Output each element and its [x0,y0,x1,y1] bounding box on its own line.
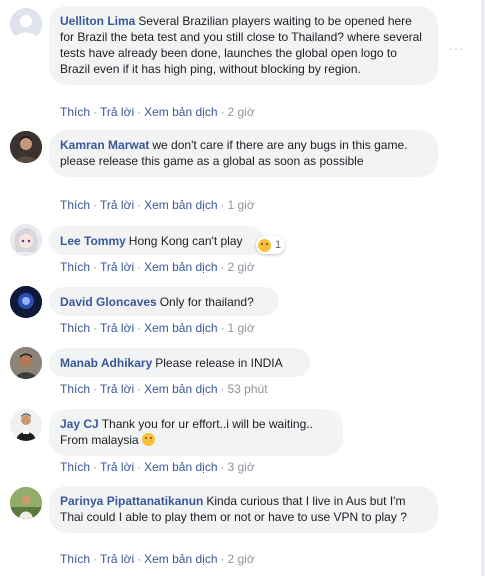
separator: · [220,105,225,119]
dark-avatar-icon [10,286,42,318]
translate-link[interactable]: Xem bản dịch [144,382,217,396]
scrollbar[interactable] [481,0,485,576]
comment-bubble: Uelliton Lima Several Brazilian players w… [49,6,438,85]
separator: · [137,321,142,335]
separator: · [93,382,98,396]
comment-time[interactable]: 2 giờ [228,552,255,566]
like-link[interactable]: Thích [60,552,90,566]
separator: · [137,382,142,396]
comment-time[interactable]: 3 giờ [228,460,255,474]
comment-author[interactable]: Uelliton Lima [60,14,135,28]
translate-link[interactable]: Xem bản dịch [144,321,217,335]
user-avatar[interactable] [10,224,42,256]
smile-icon [141,433,155,446]
like-link[interactable]: Thích [60,321,90,335]
user-avatar[interactable] [10,487,42,519]
comment-bubble: Lee Tommy Hong Kong can't play [49,226,264,255]
more-options-icon[interactable]: ··· [448,40,465,56]
separator: · [220,460,225,474]
separator: · [93,198,98,212]
comment-text: Hong Kong can't play [128,234,243,248]
reply-link[interactable]: Trả lời [100,460,134,474]
separator: · [137,198,142,212]
comment-time[interactable]: 1 giờ [228,198,255,212]
separator: · [220,321,225,335]
translate-link[interactable]: Xem bản dịch [144,260,217,274]
comment-bubble: Jay CJ Thank you for ur effort..i will be… [49,409,343,456]
like-link[interactable]: Thích [60,382,90,396]
comment-bubble: Manab Adhikary Please release in INDIA [49,348,310,377]
comment-time[interactable]: 53 phút [228,382,268,396]
comment-author[interactable]: Parinya Pipattanatikanun [60,494,203,508]
separator: · [137,105,142,119]
comment-time[interactable]: 1 giờ [228,321,255,335]
separator: · [137,552,142,566]
profile-photo-icon [10,347,42,379]
separator: · [220,260,225,274]
reply-link[interactable]: Trả lời [100,382,134,396]
comment-time[interactable]: 2 giờ [228,260,255,274]
translate-link[interactable]: Xem bản dịch [144,198,217,212]
comment-actions: Thích · Trả lời · Xem bản dịch · 2 giờ [60,104,255,120]
reply-link[interactable]: Trả lời [100,321,134,335]
comment-actions: Thích · Trả lời · Xem bản dịch · 2 giờ [60,259,255,275]
comment-text: Only for thailand? [159,295,254,309]
comment-author[interactable]: David Gloncaves [60,295,157,309]
outdoor-photo-icon [10,487,42,519]
separator: · [93,321,98,335]
comment-actions: Thích · Trả lời · Xem bản dịch · 1 giờ [60,320,255,336]
separator: · [93,105,98,119]
separator: · [220,552,225,566]
comment-author[interactable]: Manab Adhikary [60,356,152,370]
like-link[interactable]: Thích [60,198,90,212]
separator: · [93,260,98,274]
comment-actions: Thích · Trả lời · Xem bản dịch · 3 giờ [60,459,255,475]
comment-author[interactable]: Lee Tommy [60,234,126,248]
user-avatar[interactable] [10,347,42,379]
sad-face-icon [258,238,271,252]
reply-link[interactable]: Trả lời [100,198,134,212]
comment-text: Please release in INDIA [155,356,283,370]
comment-actions: Thích · Trả lời · Xem bản dịch · 53 phút [60,381,268,397]
user-avatar[interactable] [10,8,42,40]
user-avatar[interactable] [10,409,42,441]
like-link[interactable]: Thích [60,105,90,119]
separator: · [137,460,142,474]
profile-photo-icon [10,409,42,441]
comment-author[interactable]: Jay CJ [60,417,99,431]
translate-link[interactable]: Xem bản dịch [144,460,217,474]
separator: · [93,460,98,474]
reaction-count: 1 [275,239,282,251]
reaction-badge[interactable]: 1 [256,236,286,254]
comment-bubble: David Gloncaves Only for thailand? [49,287,279,316]
reply-link[interactable]: Trả lời [100,260,134,274]
comment-actions: Thích · Trả lời · Xem bản dịch · 2 giờ [60,551,255,567]
like-link[interactable]: Thích [60,460,90,474]
translate-link[interactable]: Xem bản dịch [144,105,217,119]
comment-bubble: Kamran Marwat we don't care if there are … [49,130,438,177]
comment-bubble: Parinya Pipattanatikanun Kinda curious th… [49,486,438,533]
separator: · [220,198,225,212]
profile-photo-icon [10,131,42,163]
translate-link[interactable]: Xem bản dịch [144,552,217,566]
separator: · [93,552,98,566]
anime-avatar-icon [10,224,42,256]
like-link[interactable]: Thích [60,260,90,274]
separator: · [220,382,225,396]
default-user-icon [10,8,42,40]
user-avatar[interactable] [10,131,42,163]
comment-author[interactable]: Kamran Marwat [60,138,149,152]
comment-time[interactable]: 2 giờ [228,105,255,119]
comment-actions: Thích · Trả lời · Xem bản dịch · 1 giờ [60,197,255,213]
reply-link[interactable]: Trả lời [100,552,134,566]
user-avatar[interactable] [10,286,42,318]
separator: · [137,260,142,274]
reply-link[interactable]: Trả lời [100,105,134,119]
